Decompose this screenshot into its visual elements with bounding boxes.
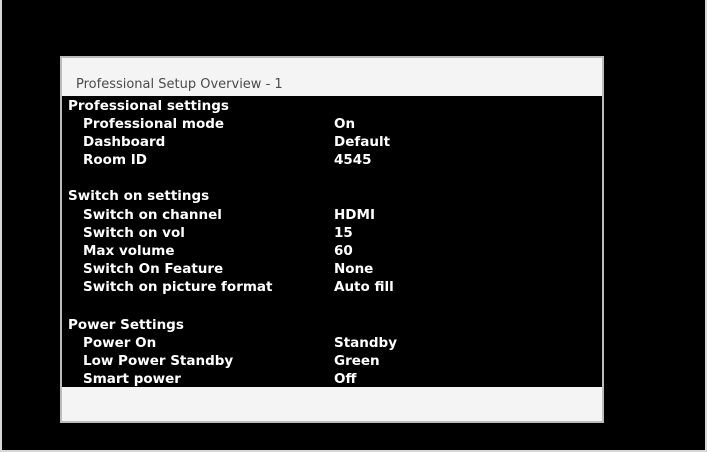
setting-value: Green [334, 353, 380, 369]
setting-row-max-volume[interactable]: Max volume 60 [62, 243, 602, 261]
title-bar: Professional Setup Overview - 1 [62, 58, 602, 96]
setting-value: Standby [334, 335, 398, 351]
setting-label: Professional mode [83, 116, 225, 132]
setting-label: Switch on picture format [83, 279, 273, 295]
setting-row-room-id[interactable]: Room ID 4545 [62, 152, 602, 170]
section-heading-professional-settings: Professional settings [68, 98, 229, 114]
setting-row-switch-on-vol[interactable]: Switch on vol 15 [62, 225, 602, 243]
setting-label: Max volume [83, 243, 175, 259]
setting-value: 60 [334, 243, 353, 259]
setting-row-switch-on-feature[interactable]: Switch On Feature None [62, 261, 602, 279]
footer-bar [62, 387, 602, 421]
setting-row-low-power-standby[interactable]: Low Power Standby Green [62, 353, 602, 371]
professional-setup-overview-panel: Professional Setup Overview - 1 Professi… [60, 56, 604, 423]
setting-value: HDMI [334, 207, 375, 223]
setting-label: Switch on channel [83, 207, 222, 223]
setting-value: On [334, 116, 356, 132]
setting-label: Dashboard [83, 134, 166, 150]
setting-row-switch-on-picture-format[interactable]: Switch on picture format Auto fill [62, 279, 602, 297]
setting-label: Smart power [83, 371, 181, 387]
section-heading-power-settings: Power Settings [68, 317, 184, 333]
setting-row-professional-mode[interactable]: Professional mode On [62, 116, 602, 134]
page-title: Professional Setup Overview - 1 [76, 77, 283, 92]
setting-value: None [334, 261, 374, 277]
setting-row-switch-on-channel[interactable]: Switch on channel HDMI [62, 207, 602, 225]
setting-value: 15 [334, 225, 353, 241]
setting-value: 4545 [334, 152, 372, 168]
setting-label: Switch On Feature [83, 261, 224, 277]
setting-label: Low Power Standby [83, 353, 234, 369]
setting-row-dashboard[interactable]: Dashboard Default [62, 134, 602, 152]
section-heading-switch-on-settings: Switch on settings [68, 188, 210, 204]
setting-label: Room ID [83, 152, 147, 168]
setting-row-power-on[interactable]: Power On Standby [62, 335, 602, 353]
setting-label: Power On [83, 335, 157, 351]
setting-label: Switch on vol [83, 225, 185, 241]
setting-value: Default [334, 134, 391, 150]
setting-value: Off [334, 371, 357, 387]
setting-value: Auto fill [334, 279, 394, 295]
